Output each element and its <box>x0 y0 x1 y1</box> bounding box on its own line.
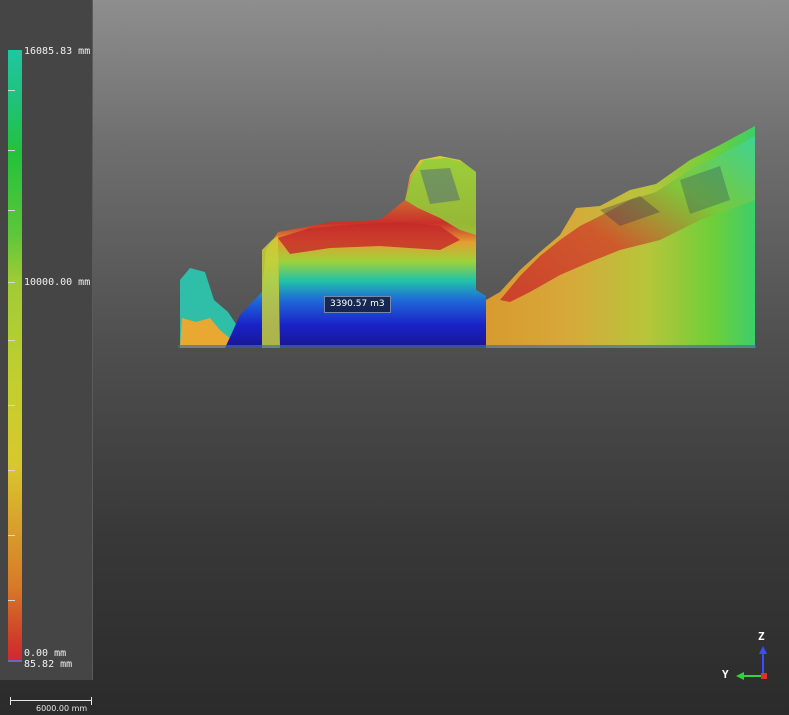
scale-zero-label: 0.00 mm <box>24 648 67 659</box>
cloud-shadow <box>420 168 460 204</box>
scale-tick <box>8 340 15 341</box>
cloud-shadow <box>680 166 730 214</box>
cloud-shadow <box>600 196 660 226</box>
color-scale-panel: 16085.83 mm 10000.00 mm 0.00 mm 85.82 mm <box>0 0 93 680</box>
axis-y-label: Y <box>722 668 729 681</box>
scale-max-label: 16085.83 mm <box>24 46 91 57</box>
scale-tick <box>8 150 15 151</box>
scale-min-label: 85.82 mm <box>24 659 73 670</box>
scale-ruler-label: 6000.00 mm <box>36 704 88 713</box>
cloud-crest <box>278 222 460 254</box>
cloud-ground-line <box>178 345 756 348</box>
point-cloud-view <box>178 126 756 348</box>
scale-tick <box>8 405 15 406</box>
cloud-left-base <box>180 318 232 348</box>
cloud-right-mass <box>486 126 755 348</box>
cloud-peak-top <box>405 158 476 235</box>
cloud-main-mass <box>225 156 486 348</box>
cloud-left-slab <box>262 236 280 348</box>
scale-tick <box>8 210 15 211</box>
color-scale-bar <box>8 50 22 662</box>
volume-annotation: 3390.57 m3 <box>324 296 391 313</box>
scale-min-mark <box>8 660 22 662</box>
axis-gizmo-icon: Z Y <box>718 630 778 686</box>
scale-tick <box>8 470 15 471</box>
scale-tick <box>8 90 15 91</box>
scale-tick <box>8 535 15 536</box>
scale-tick <box>8 282 15 283</box>
cloud-left-pillar <box>180 268 240 348</box>
scale-mid-label: 10000.00 mm <box>24 277 91 288</box>
cloud-right-slope <box>500 136 755 302</box>
axis-z-label: Z <box>758 630 765 643</box>
scale-tick <box>8 600 15 601</box>
